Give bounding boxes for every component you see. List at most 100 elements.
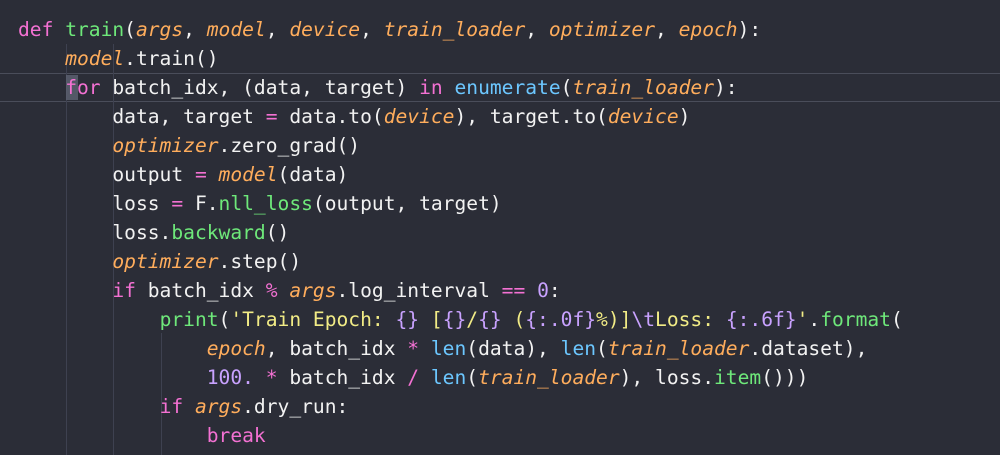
code-token: *	[407, 337, 420, 360]
code-token: device	[607, 105, 679, 128]
code-token: data, target	[18, 105, 266, 128]
code-token: ()	[265, 221, 290, 244]
code-token: model	[65, 47, 125, 70]
code-token: loss.	[18, 221, 172, 244]
code-token: ,	[525, 18, 549, 41]
code-token: device	[289, 18, 361, 41]
code-line[interactable]: 100. * batch_idx / len(train_loader), lo…	[18, 363, 809, 392]
code-token: optimizer	[548, 18, 656, 41]
code-token: output	[18, 163, 195, 186]
code-token: ), loss.	[619, 366, 715, 389]
code-line[interactable]: def train(args, model, device, train_loa…	[18, 15, 761, 44]
code-token: ==	[501, 279, 526, 302]
code-token: optimizer	[112, 134, 219, 157]
code-token: batch_idx	[277, 366, 408, 389]
code-token: {}	[478, 308, 502, 331]
code-token: =	[171, 192, 184, 215]
code-token: model	[218, 163, 278, 186]
code-token: (	[218, 308, 231, 331]
code-token: ()))	[761, 366, 809, 389]
code-token: ,	[265, 18, 290, 41]
code-token: 0	[537, 279, 549, 302]
code-token: (output, target)	[312, 192, 502, 215]
code-token: 'Train Epoch:	[230, 308, 396, 331]
code-token: '	[796, 308, 809, 331]
code-token: ,	[183, 18, 207, 41]
code-token: if	[159, 395, 184, 418]
code-token: .train()	[124, 47, 219, 70]
code-token: train_loader	[607, 337, 750, 360]
code-line[interactable]: for batch_idx, (data, target) in enumera…	[18, 73, 738, 102]
code-line[interactable]: loss = F.nll_loss(output, target)	[18, 189, 502, 218]
code-line[interactable]: data, target = data.to(device), target.t…	[18, 102, 690, 131]
code-token: data.to(	[277, 105, 384, 128]
code-token: ):	[737, 18, 762, 41]
code-token: (	[124, 18, 136, 41]
code-token: =	[194, 163, 207, 186]
code-line[interactable]: epoch, batch_idx * len(data), len(train_…	[18, 334, 868, 363]
code-token: train_loader	[478, 366, 620, 389]
code-token: if	[112, 279, 136, 302]
code-token: loss	[18, 192, 172, 215]
code-token: train	[65, 18, 125, 41]
code-line[interactable]: break	[18, 421, 266, 450]
code-token: =	[265, 105, 278, 128]
code-token: *	[265, 366, 278, 389]
code-token: (data)	[277, 163, 349, 186]
code-line[interactable]: if args.dry_run:	[18, 392, 349, 421]
code-token: len	[430, 337, 467, 360]
code-token: break	[206, 424, 266, 447]
code-token: (	[596, 337, 608, 360]
code-editor[interactable]: def train(args, model, device, train_loa…	[0, 0, 1000, 455]
code-line[interactable]: optimizer.zero_grad()	[18, 131, 360, 160]
code-line[interactable]: print('Train Epoch: {} [{}/{} ({:.0f}%)]…	[18, 305, 903, 334]
code-token: {}	[395, 308, 420, 331]
code-token: (	[501, 308, 526, 331]
code-token: F.	[183, 192, 219, 215]
code-line[interactable]: optimizer.step()	[18, 247, 301, 276]
code-line[interactable]: if batch_idx % args.log_interval == 0:	[18, 276, 561, 305]
code-token: (	[890, 308, 903, 331]
code-token: (data),	[466, 337, 561, 360]
code-token: print	[159, 308, 219, 331]
code-token: ,	[360, 18, 384, 41]
code-token: in	[419, 76, 443, 99]
code-token: args	[194, 395, 243, 418]
code-token: model	[206, 18, 266, 41]
code-token: ,	[655, 18, 679, 41]
code-token: {:.0f}	[525, 308, 597, 331]
code-line[interactable]: output = model(data)	[18, 160, 348, 189]
code-token: .dataset),	[749, 337, 868, 360]
code-token: /	[407, 366, 420, 389]
code-token: Loss:	[655, 308, 726, 331]
code-token: nll_loss	[218, 192, 313, 215]
code-token: {:.6f}	[725, 308, 797, 331]
code-token: (	[466, 366, 479, 389]
code-token: epoch	[678, 18, 738, 41]
code-token: def	[18, 18, 66, 41]
code-token: train_loader	[572, 76, 715, 99]
code-token: (	[560, 76, 573, 99]
code-token: args	[289, 279, 337, 302]
code-token: :	[548, 279, 561, 302]
code-token: .step()	[218, 250, 302, 273]
code-token: ):	[714, 76, 738, 99]
code-token: %	[265, 279, 278, 302]
code-line[interactable]: loss.backward()	[18, 218, 289, 247]
code-token: optimizer	[112, 250, 219, 273]
code-token: .dry_run:	[242, 395, 349, 418]
code-token: .zero_grad()	[218, 134, 361, 157]
code-token: /	[466, 308, 479, 331]
code-line[interactable]: model.train()	[18, 44, 219, 73]
